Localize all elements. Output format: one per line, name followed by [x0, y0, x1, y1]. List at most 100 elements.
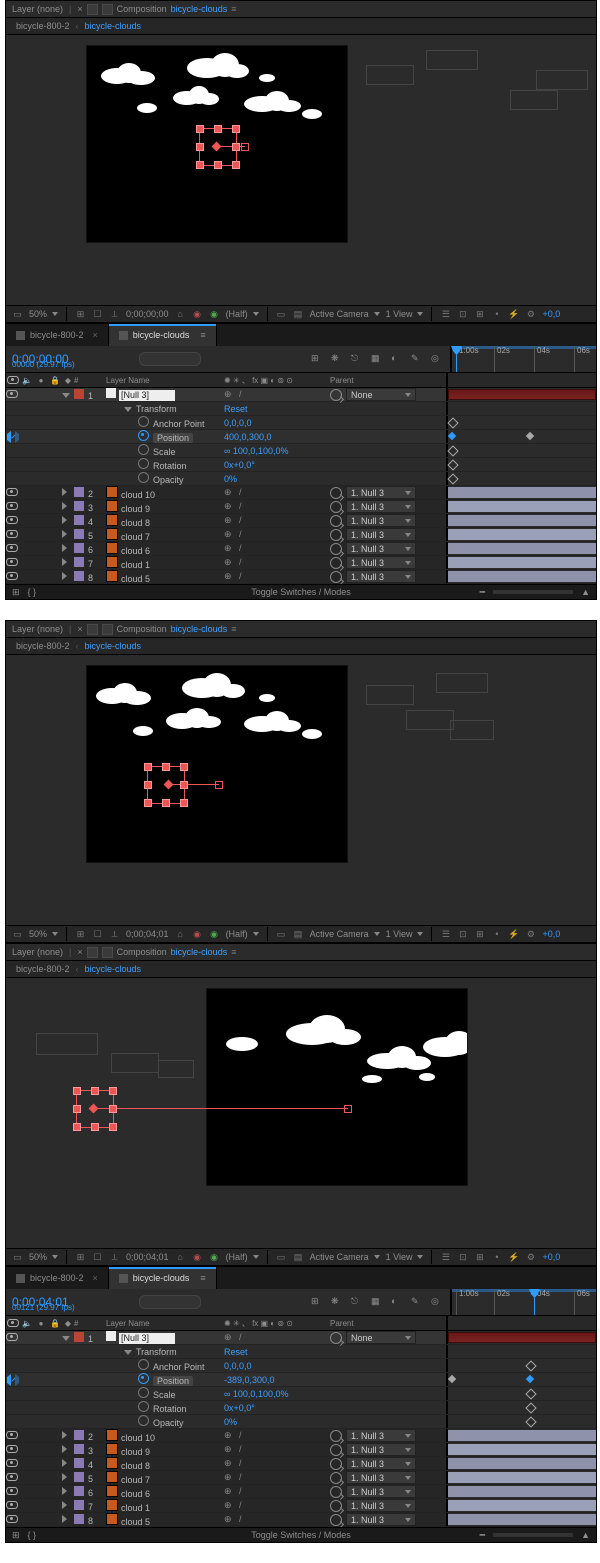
layer-row-null[interactable]: 1 ⊕ / None [6, 388, 596, 402]
alpha-icon[interactable]: ◉ [209, 929, 220, 940]
preview-timecode[interactable]: 0;00;04;01 [126, 929, 169, 939]
pickwhip-icon[interactable] [330, 529, 342, 541]
layer-row[interactable]: 5cloud 7⊕ /1. Null 3 [6, 528, 596, 542]
pickwhip-icon[interactable] [330, 1514, 342, 1526]
prop-anchor[interactable]: Anchor Point 0,0,0,0 [6, 416, 596, 430]
col-visibility-icon[interactable] [6, 373, 20, 387]
toggle-switches-button[interactable]: Toggle Switches / Modes [251, 587, 351, 597]
zoom-dropdown[interactable]: 50% [29, 929, 58, 939]
snapshot-icon[interactable]: ⌂ [175, 1252, 186, 1263]
parent-dropdown[interactable]: 1. Null 3 [346, 1443, 416, 1456]
toggle-view-icon[interactable]: ⊞ [12, 1530, 20, 1541]
pickwhip-icon[interactable] [330, 389, 342, 401]
viewer-comp-name[interactable]: bicycle-clouds [171, 947, 228, 957]
timeline-tab-active[interactable]: bicycle-clouds≡ [109, 324, 217, 346]
col-audio-icon[interactable]: 🔈 [20, 373, 34, 387]
null-selection-box[interactable] [199, 128, 237, 166]
comp-canvas[interactable] [86, 665, 348, 863]
zoom-slider[interactable] [493, 1533, 573, 1537]
breadcrumb-current[interactable]: bicycle-clouds [85, 21, 142, 31]
search-input[interactable] [139, 1295, 201, 1309]
parent-dropdown[interactable]: None [346, 1331, 416, 1344]
frame-blend-icon[interactable]: ▦ [371, 1296, 384, 1309]
exposure-value[interactable]: +0,0 [542, 309, 560, 319]
layer-row[interactable]: 6cloud 6⊕ /1. Null 3 [6, 1485, 596, 1499]
breadcrumb-root[interactable]: bicycle-800-2 [16, 641, 70, 651]
view-opt-2-icon[interactable]: ⊡ [457, 929, 468, 940]
breadcrumb-root[interactable]: bicycle-800-2 [16, 964, 70, 974]
roi-icon[interactable]: ▭ [276, 1252, 287, 1263]
pickwhip-icon[interactable] [330, 515, 342, 527]
layer-row[interactable]: 6cloud 6⊕ /1. Null 3 [6, 542, 596, 556]
resolution-dropdown[interactable]: (Half) [226, 1252, 259, 1262]
layer-row[interactable]: 7cloud 1⊕ /1. Null 3 [6, 1499, 596, 1513]
monitor-icon[interactable]: ▭ [12, 929, 23, 940]
col-lock-icon[interactable]: 🔒 [48, 373, 62, 387]
graph-editor-icon[interactable]: ✎ [411, 1296, 424, 1309]
prop-opacity[interactable]: Opacity 0% [6, 1415, 596, 1429]
viewer-comp-name[interactable]: bicycle-clouds [171, 4, 228, 14]
camera-dropdown[interactable]: Active Camera [310, 1252, 380, 1262]
resolution-dropdown[interactable]: (Half) [226, 309, 259, 319]
snapshot-icon[interactable]: ⌂ [175, 309, 186, 320]
shy-icon[interactable]: ⎋ [351, 353, 364, 366]
pickwhip-icon[interactable] [330, 543, 342, 555]
view-opt-1-icon[interactable]: ☰ [440, 1252, 451, 1263]
transp-icon[interactable]: ▤ [293, 929, 304, 940]
parent-dropdown[interactable]: None [346, 388, 416, 401]
time-ruler[interactable]: 1:00s 02s 04s 06s [452, 1289, 596, 1315]
brain-icon[interactable]: ◎ [431, 353, 444, 366]
guides-icon[interactable]: ☐ [92, 309, 103, 320]
pickwhip-icon[interactable] [330, 557, 342, 569]
pickwhip-icon[interactable] [330, 1500, 342, 1512]
channel-icon[interactable]: ◉ [192, 929, 203, 940]
pixel-aspect-icon[interactable]: • [491, 309, 502, 320]
lock-icon[interactable] [87, 624, 98, 635]
ruler-icon[interactable]: ⟂ [109, 929, 120, 940]
preview-timecode[interactable]: 0;00;00;00 [126, 309, 169, 319]
channel-icon[interactable]: ◉ [192, 1252, 203, 1263]
lock-icon[interactable] [87, 947, 98, 958]
parent-dropdown[interactable]: 1. Null 3 [346, 556, 416, 569]
draft3d-icon[interactable]: ❋ [331, 1296, 344, 1309]
comp-canvas[interactable] [86, 45, 348, 243]
brain-icon[interactable]: ◎ [431, 1296, 444, 1309]
frame-blend-icon[interactable]: ▦ [371, 353, 384, 366]
transform-group[interactable]: Transform Reset [6, 402, 596, 416]
toggle-view-icon[interactable]: ⊞ [12, 587, 20, 598]
parent-dropdown[interactable]: 1. Null 3 [346, 1513, 416, 1526]
zoom-dropdown[interactable]: 50% [29, 1252, 58, 1262]
prop-rotation[interactable]: Rotation 0x+0,0° [6, 1401, 596, 1415]
pickwhip-icon[interactable] [330, 1444, 342, 1456]
comp-canvas[interactable] [206, 988, 468, 1186]
stopwatch-icon[interactable] [138, 458, 149, 469]
pickwhip-icon[interactable] [330, 1486, 342, 1498]
zoom-dropdown[interactable]: 50% [29, 309, 58, 319]
prop-scale[interactable]: Scale ∞ 100,0,100,0% [6, 1387, 596, 1401]
view-opt-3-icon[interactable]: ⊞ [474, 1252, 485, 1263]
layer-row[interactable]: 4cloud 8⊕ /1. Null 3 [6, 514, 596, 528]
breadcrumb-current[interactable]: bicycle-clouds [85, 964, 142, 974]
view-opt-2-icon[interactable]: ⊡ [457, 1252, 468, 1263]
layer-row[interactable]: 2cloud 10⊕ /1. Null 3 [6, 486, 596, 500]
col-label-icon[interactable]: ◆ [62, 373, 74, 387]
monitor-icon[interactable]: ▭ [12, 1252, 23, 1263]
stopwatch-on-icon[interactable] [138, 430, 149, 441]
layer-row[interactable]: 3cloud 9⊕ /1. Null 3 [6, 500, 596, 514]
roi-icon[interactable]: ▭ [276, 929, 287, 940]
lock-icon[interactable] [87, 4, 98, 15]
layer-row[interactable]: 3cloud 9⊕ /1. Null 3 [6, 1443, 596, 1457]
parent-dropdown[interactable]: 1. Null 3 [346, 514, 416, 527]
parent-dropdown[interactable]: 1. Null 3 [346, 1429, 416, 1442]
layer-name-input[interactable] [119, 390, 175, 401]
parent-dropdown[interactable]: 1. Null 3 [346, 528, 416, 541]
prop-scale[interactable]: Scale ∞ 100,0,100,0% [6, 444, 596, 458]
layer-row[interactable]: 2cloud 10⊕ /1. Null 3 [6, 1429, 596, 1443]
layer-name-input[interactable] [119, 1333, 175, 1344]
parent-dropdown[interactable]: 1. Null 3 [346, 486, 416, 499]
layer-row[interactable]: 8cloud 5⊕ /1. Null 3 [6, 570, 596, 584]
zoom-in-icon[interactable]: ▲ [581, 1530, 590, 1540]
grid-icon[interactable]: ⊞ [75, 929, 86, 940]
brackets-icon[interactable]: { } [28, 587, 37, 597]
ruler-icon[interactable]: ⟂ [109, 1252, 120, 1263]
